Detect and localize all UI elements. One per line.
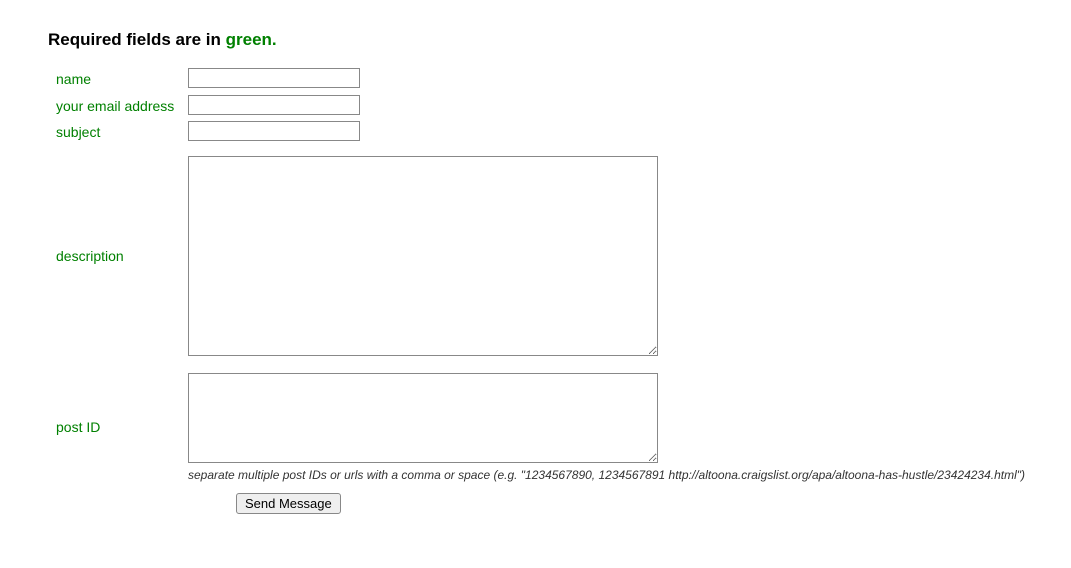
description-row: description xyxy=(48,156,1071,359)
postid-label: post ID xyxy=(48,419,188,437)
postid-hint: separate multiple post IDs or urls with … xyxy=(188,468,1025,484)
email-label: your email address xyxy=(48,95,188,116)
send-message-button[interactable]: Send Message xyxy=(236,493,341,514)
name-label: name xyxy=(48,68,188,89)
name-row: name xyxy=(48,68,1071,89)
required-fields-heading: Required fields are in green. xyxy=(48,30,1071,50)
email-row: your email address xyxy=(48,95,1071,116)
postid-textarea[interactable] xyxy=(188,373,658,463)
description-label: description xyxy=(48,248,188,266)
subject-label: subject xyxy=(48,121,188,142)
heading-green-word: green. xyxy=(226,30,277,49)
description-textarea[interactable] xyxy=(188,156,658,356)
subject-row: subject xyxy=(48,121,1071,142)
subject-input[interactable] xyxy=(188,121,360,141)
email-input[interactable] xyxy=(188,95,360,115)
name-input[interactable] xyxy=(188,68,360,88)
postid-row: post ID separate multiple post IDs or ur… xyxy=(48,373,1071,484)
heading-prefix: Required fields are in xyxy=(48,30,226,49)
